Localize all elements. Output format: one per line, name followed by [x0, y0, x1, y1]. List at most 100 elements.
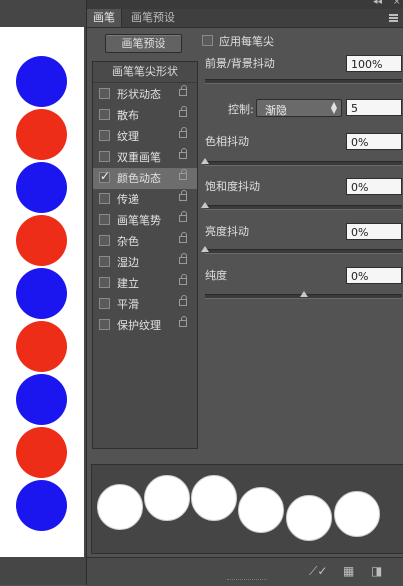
fg-bg-jitter-slider[interactable]	[205, 79, 402, 84]
hue-jitter-value[interactable]: 0%	[346, 133, 402, 150]
lock-icon[interactable]	[179, 169, 187, 180]
stroke-dab	[97, 484, 143, 530]
brush-setting-item[interactable]: 杂色	[93, 231, 197, 252]
color-dot	[16, 374, 67, 425]
brush-presets-button[interactable]: 画笔预设	[105, 34, 182, 53]
panel-top-bar: ◂◂ ×	[87, 0, 403, 9]
new-preset-icon[interactable]: ◨	[371, 564, 382, 578]
tab-brush-presets[interactable]: 画笔预设	[125, 9, 181, 27]
stroke-dab	[238, 487, 284, 533]
brush-setting-item[interactable]: 画笔笔势	[93, 210, 197, 231]
setting-checkbox[interactable]	[99, 256, 110, 267]
color-dot	[16, 427, 67, 478]
lock-icon[interactable]	[179, 295, 187, 306]
brush-setting-item[interactable]: 纹理	[93, 126, 197, 147]
setting-checkbox[interactable]	[99, 298, 110, 309]
brush-tip-shape-item[interactable]: 画笔笔尖形状	[93, 62, 197, 83]
purity-thumb[interactable]	[299, 291, 308, 297]
brush-setting-item[interactable]: 平滑	[93, 294, 197, 315]
panel-menu-icon[interactable]	[389, 14, 398, 22]
setting-label: 颜色动态	[117, 172, 161, 185]
canvas-area	[0, 0, 86, 585]
tab-bar: 画笔 画笔预设	[87, 9, 403, 28]
setting-label: 传递	[117, 193, 139, 206]
lock-icon[interactable]	[179, 85, 187, 96]
brush-setting-item[interactable]: 建立	[93, 273, 197, 294]
color-dot	[16, 215, 67, 266]
hue-jitter-thumb[interactable]	[201, 158, 209, 164]
setting-checkbox[interactable]	[99, 193, 110, 204]
setting-label: 杂色	[117, 235, 139, 248]
lock-icon[interactable]	[179, 316, 187, 327]
brush-setting-item[interactable]: 形状动态	[93, 84, 197, 105]
tab-brush[interactable]: 画笔	[87, 9, 122, 27]
brush-setting-item[interactable]: 双重画笔	[93, 147, 197, 168]
setting-checkbox[interactable]	[99, 169, 110, 183]
setting-label: 建立	[117, 277, 139, 290]
setting-checkbox[interactable]	[99, 319, 110, 330]
lock-icon[interactable]	[179, 274, 187, 285]
brush-stroke-preview	[91, 464, 403, 554]
brightness-jitter-value[interactable]: 0%	[346, 223, 402, 240]
setting-checkbox[interactable]	[99, 151, 110, 162]
brightness-jitter-slider[interactable]	[205, 249, 402, 254]
lock-icon[interactable]	[179, 127, 187, 138]
stroke-dab	[334, 491, 380, 537]
control-select[interactable]: 渐隐 ▲ ▼	[256, 99, 342, 117]
hue-jitter-slider[interactable]	[205, 161, 402, 166]
setting-label: 双重画笔	[117, 151, 161, 164]
setting-checkbox[interactable]	[99, 214, 110, 225]
setting-checkbox[interactable]	[99, 277, 110, 288]
lock-icon[interactable]	[179, 232, 187, 243]
panel-bottom-bar: ⟋✓ ▦ ◨	[87, 557, 403, 586]
fg-bg-jitter-value[interactable]: 100%	[346, 55, 402, 72]
brightness-jitter-thumb[interactable]	[201, 246, 209, 252]
brush-toggle-icon[interactable]: ⟋✓	[309, 564, 327, 579]
color-dot	[16, 268, 67, 319]
setting-checkbox[interactable]	[99, 88, 110, 99]
color-dot	[16, 321, 67, 372]
brush-panel: ◂◂ × 画笔 画笔预设 画笔预设 画笔笔尖形状 形状动态散布纹理双重画笔颜色动…	[86, 0, 403, 586]
stroke-dab	[144, 475, 190, 521]
setting-label: 湿边	[117, 256, 139, 269]
lock-icon[interactable]	[179, 211, 187, 222]
control-selected-value: 渐隐	[265, 104, 287, 117]
document-canvas[interactable]	[0, 27, 84, 557]
control-label: 控制:	[228, 103, 254, 116]
close-icon[interactable]: ×	[393, 0, 401, 7]
setting-label: 纹理	[117, 130, 139, 143]
brush-setting-item[interactable]: 湿边	[93, 252, 197, 273]
color-dot	[16, 162, 67, 213]
saturation-jitter-value[interactable]: 0%	[346, 178, 402, 195]
setting-checkbox[interactable]	[99, 109, 110, 120]
apply-per-tip-checkbox[interactable]	[202, 35, 213, 46]
stroke-dab	[286, 495, 332, 541]
brush-setting-item[interactable]: 散布	[93, 105, 197, 126]
saturation-jitter-slider[interactable]	[205, 205, 402, 210]
setting-label: 形状动态	[117, 88, 161, 101]
setting-label: 平滑	[117, 298, 139, 311]
chevron-updown-icon: ▲ ▼	[330, 100, 337, 115]
setting-label: 画笔笔势	[117, 214, 161, 227]
setting-checkbox[interactable]	[99, 130, 110, 141]
saturation-jitter-thumb[interactable]	[201, 202, 209, 208]
lock-icon[interactable]	[179, 148, 187, 159]
purity-value[interactable]: 0%	[346, 267, 402, 284]
fg-bg-jitter-label: 前景/背景抖动	[205, 57, 275, 70]
lock-icon[interactable]	[179, 190, 187, 201]
lock-icon[interactable]	[179, 106, 187, 117]
color-dot	[16, 480, 67, 531]
double-arrow-icon[interactable]: ◂◂	[373, 0, 382, 7]
control-steps-value[interactable]: 5	[346, 99, 402, 116]
setting-checkbox[interactable]	[99, 235, 110, 246]
grid-icon[interactable]: ▦	[343, 564, 354, 578]
apply-per-tip-label: 应用每笔尖	[219, 35, 274, 48]
hue-jitter-label: 色相抖动	[205, 135, 249, 148]
brush-setting-item[interactable]: 传递	[93, 189, 197, 210]
color-dot	[16, 56, 67, 107]
stroke-dab	[191, 475, 237, 521]
brush-setting-item[interactable]: 颜色动态	[93, 168, 197, 189]
resize-grip[interactable]	[227, 579, 267, 583]
lock-icon[interactable]	[179, 253, 187, 264]
brush-setting-item[interactable]: 保护纹理	[93, 315, 197, 336]
